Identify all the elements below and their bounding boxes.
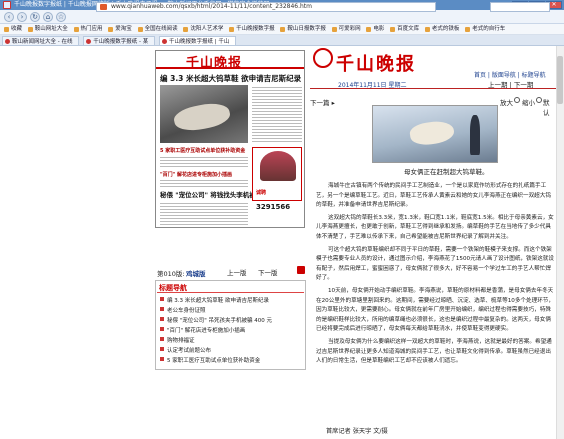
favorite-item[interactable]: 鞍山网址大全 [27,24,68,34]
text-column [252,85,302,143]
favorite-item[interactable]: 爱淘宝 [108,24,132,34]
favorite-item[interactable]: 全国在线阅读 [137,24,178,34]
font-enlarge-radio[interactable] [514,97,520,103]
home-button[interactable]: ⌂ [43,12,53,22]
tab-item-active[interactable]: 千山晚报数字报纸 | 千山 [158,36,237,45]
article-paragraph: 这双超大钨的草鞋长3.3米，宽1.3米，鞋口宽1.1米，鞋底宽1.5米。相比于母… [316,214,554,240]
headline-link[interactable]: 购物排福证 [160,336,195,344]
straw-shoe-shape [172,99,232,135]
favorite-item[interactable]: 鞍山日报数字报 [280,24,326,34]
tab-item[interactable]: 鞍山新闻网址大全 - 在线 [2,36,80,45]
photo-caption: 母女俩正在赶制超大钨草鞋。 [404,168,489,176]
pdf-icon[interactable] [297,266,305,274]
tab-bar: 鞍山新闻网址大全 - 在线 千山晚报数字报纸 - 某 千山晚报数字报纸 | 千山 [0,35,564,46]
paper-subheadline[interactable]: "百门" 解花店进专柜施加小插画 [160,171,248,178]
text-column [160,178,248,188]
divider [157,292,304,293]
byline: 首席记者 张天宇 文/摄 [326,428,388,435]
favorite-item[interactable]: 沈阳人艺术学 [183,24,223,34]
next-article-link[interactable]: 下一篇 ▸ [310,97,335,107]
back-button[interactable]: ‹ [4,12,14,22]
headline-link[interactable]: 秘偎 "宠位公司" 吊死孩夹手机被骗 400 元 [160,316,272,324]
search-input[interactable] [490,2,550,12]
favorite-item[interactable]: 百度文库 [390,24,419,34]
headline-link[interactable]: 5 家职工医疗互助试点单位获补助资金 [160,356,260,364]
address-bar[interactable]: www.qianhuaweb.com/qsxb/html/2014-11/11/… [96,2,436,12]
favorites-bar: 收藏 鞍山网址大全 热门应用 爱淘宝 全国在线阅读 沈阳人艺术学 千山晚报数字报… [0,24,564,35]
headline-link[interactable]: 编 3.3 米长超大钨草鞋 欲申请吉尼斯纪录 [160,296,269,304]
font-shrink-label: 缩小 [522,99,535,107]
refresh-button[interactable]: ↻ [30,12,40,22]
font-enlarge-label: 放大 [500,99,513,107]
next-page-link[interactable]: 下一版 [258,267,278,277]
font-default-label: 默认 [543,99,550,117]
ad-phone: 3291566 [256,203,291,211]
logo-mark-icon [313,48,333,68]
favorite-item[interactable]: 热门应用 [73,24,103,34]
article-body: 海城牛庄古镇有两个传统的民间手工艺制造业，一个是以家庭作坊形式存在的扎纸篇手工艺… [316,182,556,370]
site-logo[interactable]: 千山晚报 [336,50,416,76]
section-name[interactable]: 鸡城版 [186,268,206,278]
favorite-item[interactable]: 老式的铁板 [424,24,459,34]
text-column [160,155,248,169]
tab-item[interactable]: 千山晚报数字报纸 - 某 [83,36,156,45]
article-paragraph: 10天前，母女俩开始动手编织草鞋。李海燕说，草鞋的原材料都是香蒲，是母女俩去年冬… [316,287,554,333]
top-nav-links[interactable]: 首页 | 版面导航 | 标题导航 [474,70,546,79]
ad-title: 诚聘 [256,190,267,196]
font-shrink-radio[interactable] [536,97,542,103]
newspaper-page-image[interactable]: 千山晚报 编 3.3 米长超大钨草鞋 欲申请吉尼斯纪录 5 家职工医疗互助试点单… [155,50,305,228]
navigation-bar: ‹ › ↻ ⌂ ☆ [0,10,564,24]
headline-link[interactable]: 老公车身份证照 [160,306,206,314]
prev-page-link[interactable]: 上一版 [227,267,247,277]
favorite-item[interactable]: 老式的自行车 [465,24,505,34]
paper-logo: 千山晚报 [186,56,243,71]
text-column [160,201,248,227]
section-label: 第010版: [157,270,185,278]
forward-button[interactable]: › [17,12,27,22]
favorite-item[interactable]: 电影 [366,24,384,34]
scrollbar[interactable] [556,46,564,439]
favorite-item[interactable]: 可爱彩网 [331,24,361,34]
ad-image [260,151,296,181]
headline-link[interactable]: "百门" 解花店进专柜施加小插画 [160,326,245,334]
article-paragraph: 海城牛庄古镇有两个传统的民间手工艺制造业，一个是以家庭作坊形式存在的扎纸篇手工艺… [316,183,551,209]
article-paragraph: 当提及母女俩为什么要编织这样一双超大的草鞋时，李海燕说，这就是最好的答案。希望通… [316,338,552,365]
site-icon [100,4,107,10]
paper-photo[interactable] [160,85,248,143]
browser-icon [3,1,11,9]
person-shape [470,115,480,155]
divider [310,88,564,89]
favorite-item[interactable]: 收藏 [4,24,22,34]
scrollbar-thumb[interactable] [557,56,563,104]
headline-link[interactable]: 认定考试前题公布 [160,346,211,354]
article-paragraph: 可这个超大钨的草鞋编织却不同于平日的草鞋，需要一个铁架的鞋模子来支撑。而这个铁架… [316,246,554,282]
star-button[interactable]: ☆ [56,12,66,22]
paper-headline[interactable]: 编 3.3 米长超大钨草鞋 欲申请吉尼斯纪录 [160,73,302,84]
favorite-item[interactable]: 千山晚报数字报 [229,24,275,34]
